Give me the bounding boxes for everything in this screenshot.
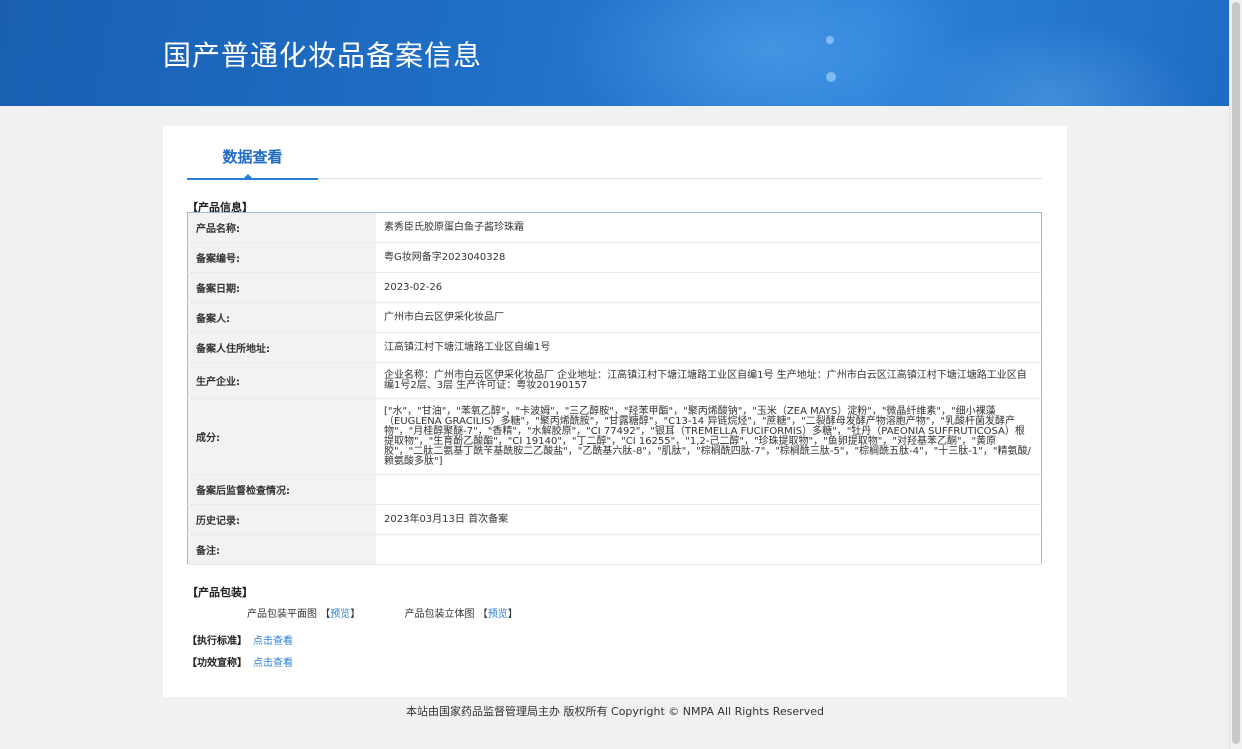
- record-date-value: 2023-02-26: [376, 272, 1042, 303]
- history-value: 2023年03月13日 首次备案: [376, 504, 1042, 535]
- manufacturer-value: 企业名称：广州市白云区伊采化妆品厂 企业地址：江高镇江村下塘江塘路工业区自编1号…: [376, 362, 1042, 399]
- bracket: 【: [320, 609, 331, 620]
- row-label: 备案人住所地址:: [187, 332, 376, 363]
- banner-dot: [826, 36, 834, 44]
- header-banner: 国产普通化妆品备案信息: [0, 0, 1230, 106]
- table-row: 产品名称: 素秀臣氏胶原蛋白鱼子酱珍珠霜: [187, 212, 1042, 243]
- table-row: 备注:: [187, 534, 1042, 565]
- flat-package-label: 产品包装平面图: [247, 609, 317, 620]
- packaging-row: 产品包装平面图 【预览】 产品包装立体图 【预览】: [247, 605, 518, 620]
- bracket: 【: [477, 609, 488, 620]
- efficacy-row: 【功效宣称】 点击查看: [187, 654, 293, 669]
- page-title: 国产普通化妆品备案信息: [163, 39, 483, 72]
- table-row: 备案人住所地址: 江高镇江村下塘江塘路工业区自编1号: [187, 332, 1042, 363]
- row-label: 备案人:: [187, 302, 376, 333]
- detail-card: 数据查看 【产品信息】 产品名称: 素秀臣氏胶原蛋白鱼子酱珍珠霜 备案编号: 粤…: [163, 126, 1067, 697]
- row-label: 产品名称:: [187, 212, 376, 243]
- standard-label: 【执行标准】: [187, 636, 247, 647]
- packaging-heading: 【产品包装】: [187, 586, 253, 599]
- row-label: 备案编号:: [187, 242, 376, 273]
- row-label: 生产企业:: [187, 362, 376, 399]
- tab-bar: 数据查看: [187, 146, 1042, 180]
- table-row: 备案后监督检查情况:: [187, 474, 1042, 505]
- efficacy-view-link[interactable]: 点击查看: [253, 658, 293, 669]
- row-label: 备案日期:: [187, 272, 376, 303]
- standard-view-link[interactable]: 点击查看: [253, 636, 293, 647]
- table-row: 备案人: 广州市白云区伊采化妆品厂: [187, 302, 1042, 333]
- tab-active-caret-icon: [243, 174, 253, 179]
- stereo-package-label: 产品包装立体图: [404, 609, 475, 620]
- footer-copyright: 本站由国家药品监督管理局主办 版权所有 Copyright © NMPA All…: [406, 705, 824, 718]
- row-label: 备注:: [187, 534, 376, 565]
- row-label: 成分:: [187, 398, 376, 475]
- vertical-scrollbar[interactable]: [1229, 0, 1242, 749]
- table-row: 历史记录: 2023年03月13日 首次备案: [187, 504, 1042, 535]
- product-name-value: 素秀臣氏胶原蛋白鱼子酱珍珠霜: [376, 212, 1042, 243]
- product-info-table: 产品名称: 素秀臣氏胶原蛋白鱼子酱珍珠霜 备案编号: 粤G妆网备字2023040…: [187, 212, 1042, 565]
- table-row: 备案编号: 粤G妆网备字2023040328: [187, 242, 1042, 273]
- banner-dot: [826, 72, 836, 82]
- efficacy-label: 【功效宣称】: [187, 658, 247, 669]
- bracket: 】: [507, 609, 518, 620]
- table-row: 备案日期: 2023-02-26: [187, 272, 1042, 303]
- scrollbar-thumb[interactable]: [1232, 2, 1240, 744]
- remarks-value: [376, 534, 1042, 565]
- row-label: 历史记录:: [187, 504, 376, 535]
- standard-row: 【执行标准】 点击查看: [187, 632, 293, 647]
- registrant-address-value: 江高镇江村下塘江塘路工业区自编1号: [376, 332, 1042, 363]
- table-row: 成分: ["水"，"甘油"，"苯氧乙醇"，"卡波姆"，"三乙醇胺"，"羟苯甲酯"…: [187, 398, 1042, 475]
- row-label: 备案后监督检查情况:: [187, 474, 376, 505]
- table-row: 生产企业: 企业名称：广州市白云区伊采化妆品厂 企业地址：江高镇江村下塘江塘路工…: [187, 362, 1042, 399]
- flat-package-preview-link[interactable]: 预览: [330, 605, 350, 620]
- bracket: 】: [350, 609, 361, 620]
- ingredients-value: ["水"，"甘油"，"苯氧乙醇"，"卡波姆"，"三乙醇胺"，"羟苯甲酯"，"聚丙…: [376, 398, 1042, 475]
- page: 国产普通化妆品备案信息 数据查看 【产品信息】 产品名称: 素秀臣氏胶原蛋白鱼子…: [0, 0, 1242, 749]
- stereo-package-preview-link[interactable]: 预览: [488, 605, 508, 620]
- inspection-value: [376, 474, 1042, 505]
- registrant-value: 广州市白云区伊采化妆品厂: [376, 302, 1042, 333]
- record-number-value: 粤G妆网备字2023040328: [376, 242, 1042, 273]
